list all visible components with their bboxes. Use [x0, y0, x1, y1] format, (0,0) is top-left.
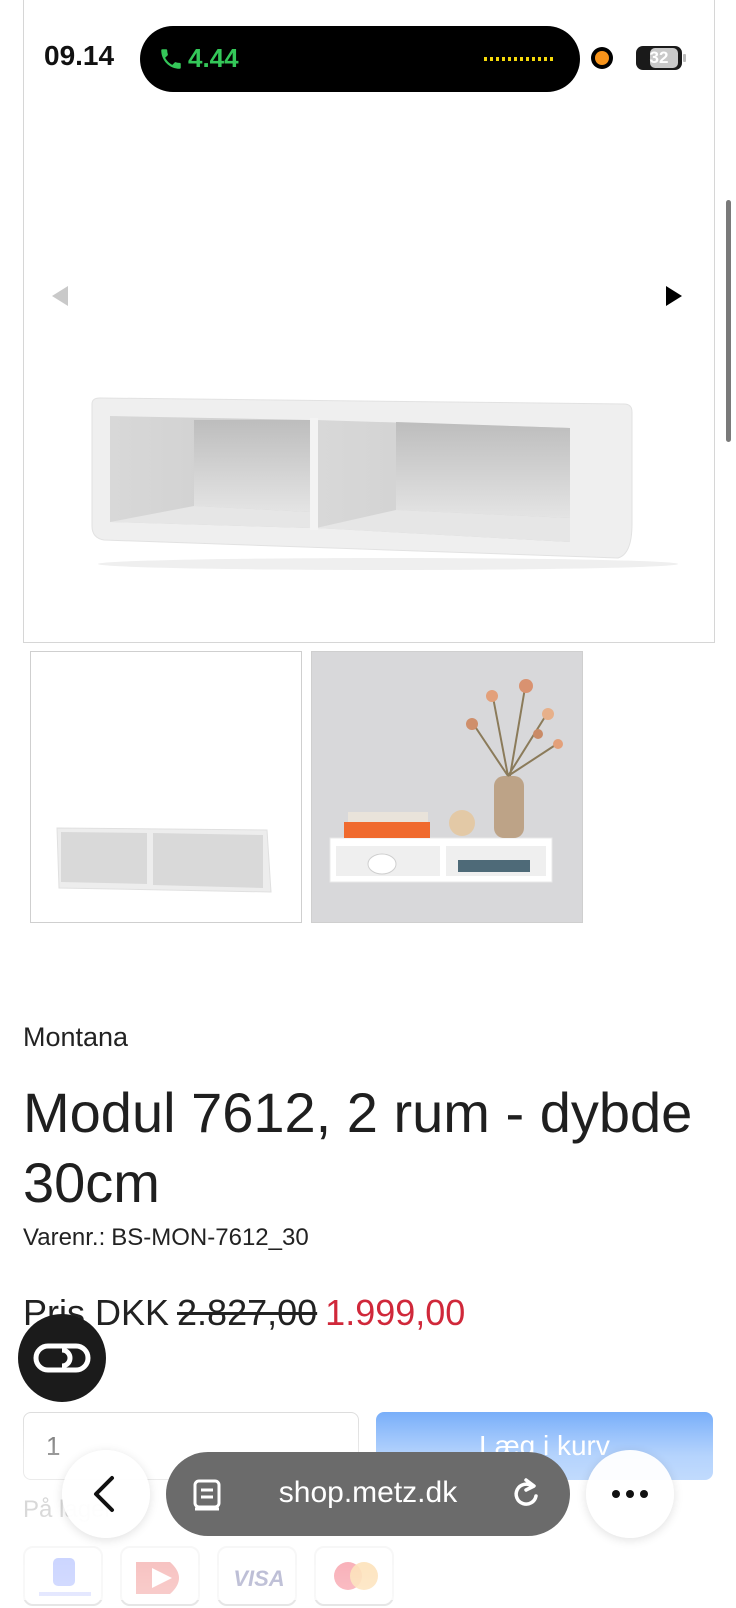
mobilepay-icon [23, 1546, 103, 1606]
sku-label: Varenr.: [23, 1224, 106, 1251]
ellipsis-icon [612, 1490, 648, 1498]
gallery-prev-icon[interactable] [52, 286, 68, 306]
lifestyle-thumbnail-image [312, 652, 582, 922]
back-button[interactable] [62, 1450, 150, 1538]
sku: Varenr.: BS-MON-7612_30 [23, 1224, 309, 1252]
thumbnail-product[interactable] [30, 651, 302, 923]
old-price: 2.827,00 [177, 1292, 318, 1333]
sale-price: 1.999,00 [325, 1292, 466, 1333]
brand-name[interactable]: Montana [23, 1022, 128, 1053]
shelf-image [91, 397, 678, 570]
sku-value: BS-MON-7612_30 [111, 1224, 309, 1251]
chevron-left-icon [94, 1476, 114, 1512]
more-button[interactable] [586, 1450, 674, 1538]
gallery-next-icon[interactable] [666, 286, 682, 306]
address-bar[interactable]: shop.metz.dk [166, 1452, 570, 1536]
scrollbar[interactable] [726, 200, 731, 442]
svg-text:VISA: VISA [233, 1566, 284, 1591]
shelf-thumbnail-image [56, 827, 272, 893]
chat-bubble-icon [33, 1343, 91, 1373]
thumbnail-lifestyle[interactable] [311, 651, 583, 923]
mastercard-icon [314, 1546, 394, 1606]
chat-button[interactable] [18, 1314, 106, 1402]
reload-icon[interactable] [510, 1476, 544, 1512]
visa-icon: VISA [217, 1546, 297, 1606]
product-title: Modul 7612, 2 rum - dybde 30cm [23, 1081, 693, 1214]
dankort-icon [120, 1546, 200, 1606]
